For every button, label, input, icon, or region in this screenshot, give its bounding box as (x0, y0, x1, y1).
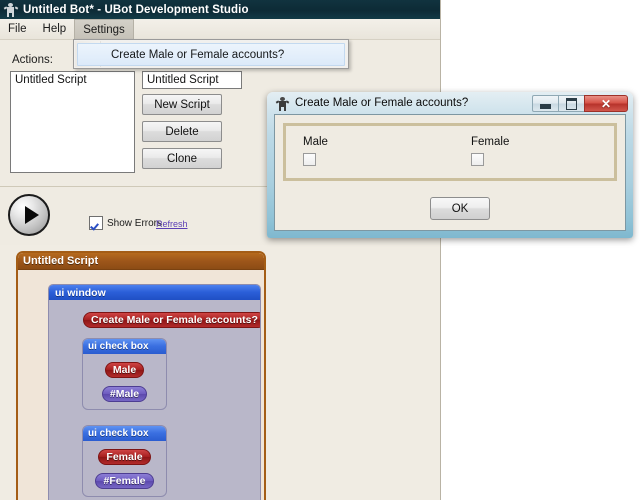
robot-icon (275, 96, 290, 111)
dropdown-item-label: Create Male or Female accounts? (111, 48, 285, 61)
node-untitled-script[interactable]: Untitled Script ui window Create Male or… (16, 251, 266, 500)
checkmark-icon (89, 216, 103, 230)
window-controls: ✕ (532, 95, 628, 112)
node-window-title-param[interactable]: Create Male or Female accounts? (83, 310, 260, 328)
menu-item-help[interactable]: Help (35, 19, 75, 39)
robot-icon (3, 2, 19, 17)
create-accounts-dialog: Create Male or Female accounts? ✕ Male F… (267, 92, 633, 238)
field-group-male: Male (303, 136, 328, 166)
node-ui-window-title: ui window (55, 286, 106, 299)
node-ui-check-box-female[interactable]: ui check box Female #Female (82, 425, 167, 497)
node-check-box-header[interactable]: ui check box (83, 426, 166, 441)
dialog-fields-panel: Male Female (283, 123, 617, 181)
app-title-bar: Untitled Bot* - UBot Development Studio (0, 0, 440, 19)
settings-dropdown-menu: Create Male or Female accounts? (73, 39, 349, 69)
female-label: Female (471, 136, 510, 148)
play-icon (24, 206, 39, 224)
node-ui-window-header[interactable]: ui window (49, 285, 260, 300)
node-check-box-var-row: #Male (83, 386, 166, 402)
node-check-box-label-row: Female (83, 449, 166, 465)
female-checkbox[interactable] (471, 153, 484, 166)
pill-checkbox-variable[interactable]: #Female (95, 473, 154, 489)
pill-checkbox-label[interactable]: Male (104, 362, 145, 378)
pill-checkbox-variable[interactable]: #Male (101, 386, 148, 402)
pill-window-title[interactable]: Create Male or Female accounts? (83, 312, 260, 328)
male-label: Male (303, 136, 328, 148)
node-ui-window[interactable]: ui window Create Male or Female accounts… (48, 284, 261, 500)
maximize-icon (566, 97, 577, 110)
pill-checkbox-label[interactable]: Female (98, 449, 151, 465)
ok-button[interactable]: OK (430, 197, 490, 220)
refresh-link[interactable]: Refresh (156, 219, 188, 229)
dialog-title-text: Create Male or Female accounts? (295, 97, 469, 109)
node-script-title: Untitled Script (23, 255, 99, 267)
male-checkbox[interactable] (303, 153, 316, 166)
show-errors-checkbox[interactable]: Show Errors (89, 216, 162, 230)
clone-button[interactable]: Clone (142, 148, 222, 169)
close-icon: ✕ (600, 96, 612, 111)
menu-item-file[interactable]: File (0, 19, 35, 39)
node-check-box-header[interactable]: ui check box (83, 339, 166, 354)
script-tree-area: Untitled Script ui window Create Male or… (0, 245, 440, 500)
delete-button[interactable]: Delete (142, 121, 222, 142)
node-check-box-var-row: #Female (83, 473, 166, 489)
minimize-button[interactable] (532, 95, 558, 112)
node-check-box-label-row: Male (83, 362, 166, 378)
script-list[interactable]: Untitled Script (10, 71, 135, 173)
app-title-text: Untitled Bot* - UBot Development Studio (23, 3, 249, 16)
list-item[interactable]: Untitled Script (11, 72, 134, 88)
screen-root: Untitled Bot* - UBot Development Studio … (0, 0, 640, 500)
run-script-button[interactable] (8, 194, 50, 236)
node-check-box-title: ui check box (88, 341, 149, 352)
node-check-box-title: ui check box (88, 428, 149, 439)
maximize-button[interactable] (558, 95, 584, 112)
new-script-button[interactable]: New Script (142, 94, 222, 115)
script-name-input[interactable] (142, 71, 242, 89)
node-ui-check-box-male[interactable]: ui check box Male #Male (82, 338, 167, 410)
menu-bar: File Help Settings (0, 19, 440, 40)
dropdown-item-create-accounts[interactable]: Create Male or Female accounts? (77, 43, 345, 66)
minimize-icon (540, 103, 551, 109)
dialog-client-area: Male Female OK (274, 114, 626, 231)
node-script-header[interactable]: Untitled Script (18, 253, 264, 270)
field-group-female: Female (471, 136, 509, 166)
close-button[interactable]: ✕ (584, 95, 628, 112)
menu-item-settings[interactable]: Settings (74, 19, 134, 39)
main-application-window: Untitled Bot* - UBot Development Studio … (0, 0, 441, 500)
actions-section-label: Actions: (12, 54, 53, 66)
show-errors-label: Show Errors (107, 217, 163, 229)
dialog-title-bar[interactable]: Create Male or Female accounts? ✕ (267, 92, 633, 114)
